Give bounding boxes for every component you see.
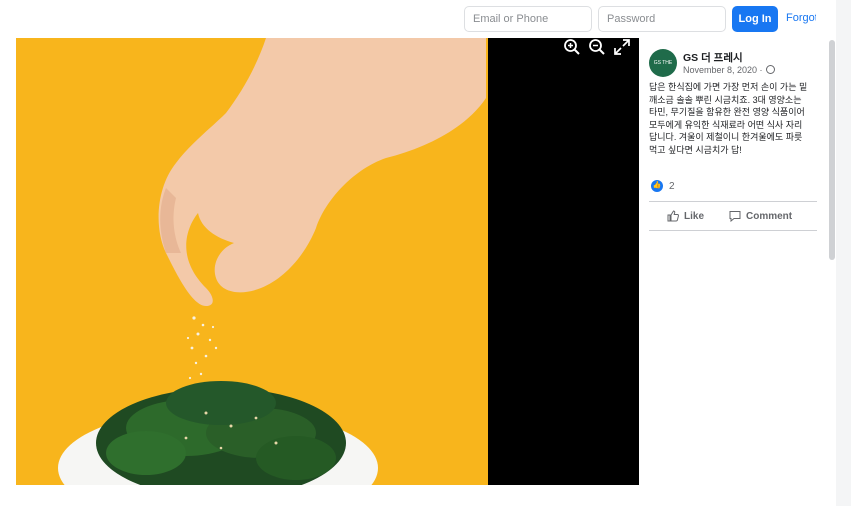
post-text-line: 깨소금 솔솔 뿌린 시금치죠. 3대 영양소는 bbox=[649, 94, 802, 105]
like-reaction-icon: 👍 bbox=[651, 180, 663, 192]
post-date[interactable]: November 8, 2020 · bbox=[683, 65, 776, 75]
right-gutter bbox=[836, 0, 851, 506]
page-avatar[interactable]: GS THE FRESH bbox=[649, 49, 677, 77]
thumbs-up-icon bbox=[667, 210, 679, 222]
login-button[interactable]: Log In bbox=[732, 6, 778, 32]
zoom-in-icon[interactable] bbox=[563, 38, 581, 56]
post-text: 답은 한식집에 가면 가장 먼저 손이 가는 밑깨소금 솔솔 뿌린 시금치죠. … bbox=[649, 81, 817, 157]
post-text-line: 먹고 싶다면 시금치가 답! bbox=[649, 144, 742, 155]
comment-icon bbox=[729, 211, 741, 222]
fullscreen-icon[interactable] bbox=[613, 38, 631, 56]
post-photo bbox=[16, 38, 639, 485]
top-bar: Log In Forgot bbox=[0, 0, 851, 38]
reaction-summary[interactable]: 👍 2 bbox=[651, 180, 675, 192]
post-text-line: 답은 한식집에 가면 가장 먼저 손이 가는 밑 bbox=[649, 82, 808, 92]
divider bbox=[649, 201, 817, 202]
email-field[interactable] bbox=[464, 6, 592, 32]
post-date-text[interactable]: November 8, 2020 · bbox=[683, 65, 763, 75]
globe-icon bbox=[766, 65, 776, 74]
post-panel: GS THE FRESH GS 더 프레시 November 8, 2020 ·… bbox=[640, 38, 817, 485]
password-field[interactable] bbox=[598, 6, 726, 32]
forgot-account-link[interactable]: Forgot bbox=[786, 12, 816, 24]
like-label: Like bbox=[684, 210, 705, 222]
post-text-line: 답니다. 겨울이 제철이니 한겨울에도 파릇 bbox=[649, 132, 803, 143]
reaction-count[interactable]: 2 bbox=[669, 181, 675, 192]
comment-button[interactable]: Comment bbox=[729, 210, 792, 222]
comment-label: Comment bbox=[746, 210, 793, 222]
like-button[interactable]: Like bbox=[667, 210, 704, 222]
photo-viewer[interactable] bbox=[16, 38, 639, 485]
divider bbox=[649, 230, 817, 231]
post-text-line: 모두에게 유익한 식재료라 어떤 식사 자리 bbox=[649, 119, 803, 130]
scrollbar[interactable] bbox=[829, 40, 835, 260]
post-text-line: 타민, 무기질을 함유한 완전 영양 식품이어 bbox=[649, 107, 805, 118]
zoom-out-icon[interactable] bbox=[588, 38, 606, 56]
page-name-link[interactable]: GS 더 프레시 bbox=[683, 50, 743, 65]
